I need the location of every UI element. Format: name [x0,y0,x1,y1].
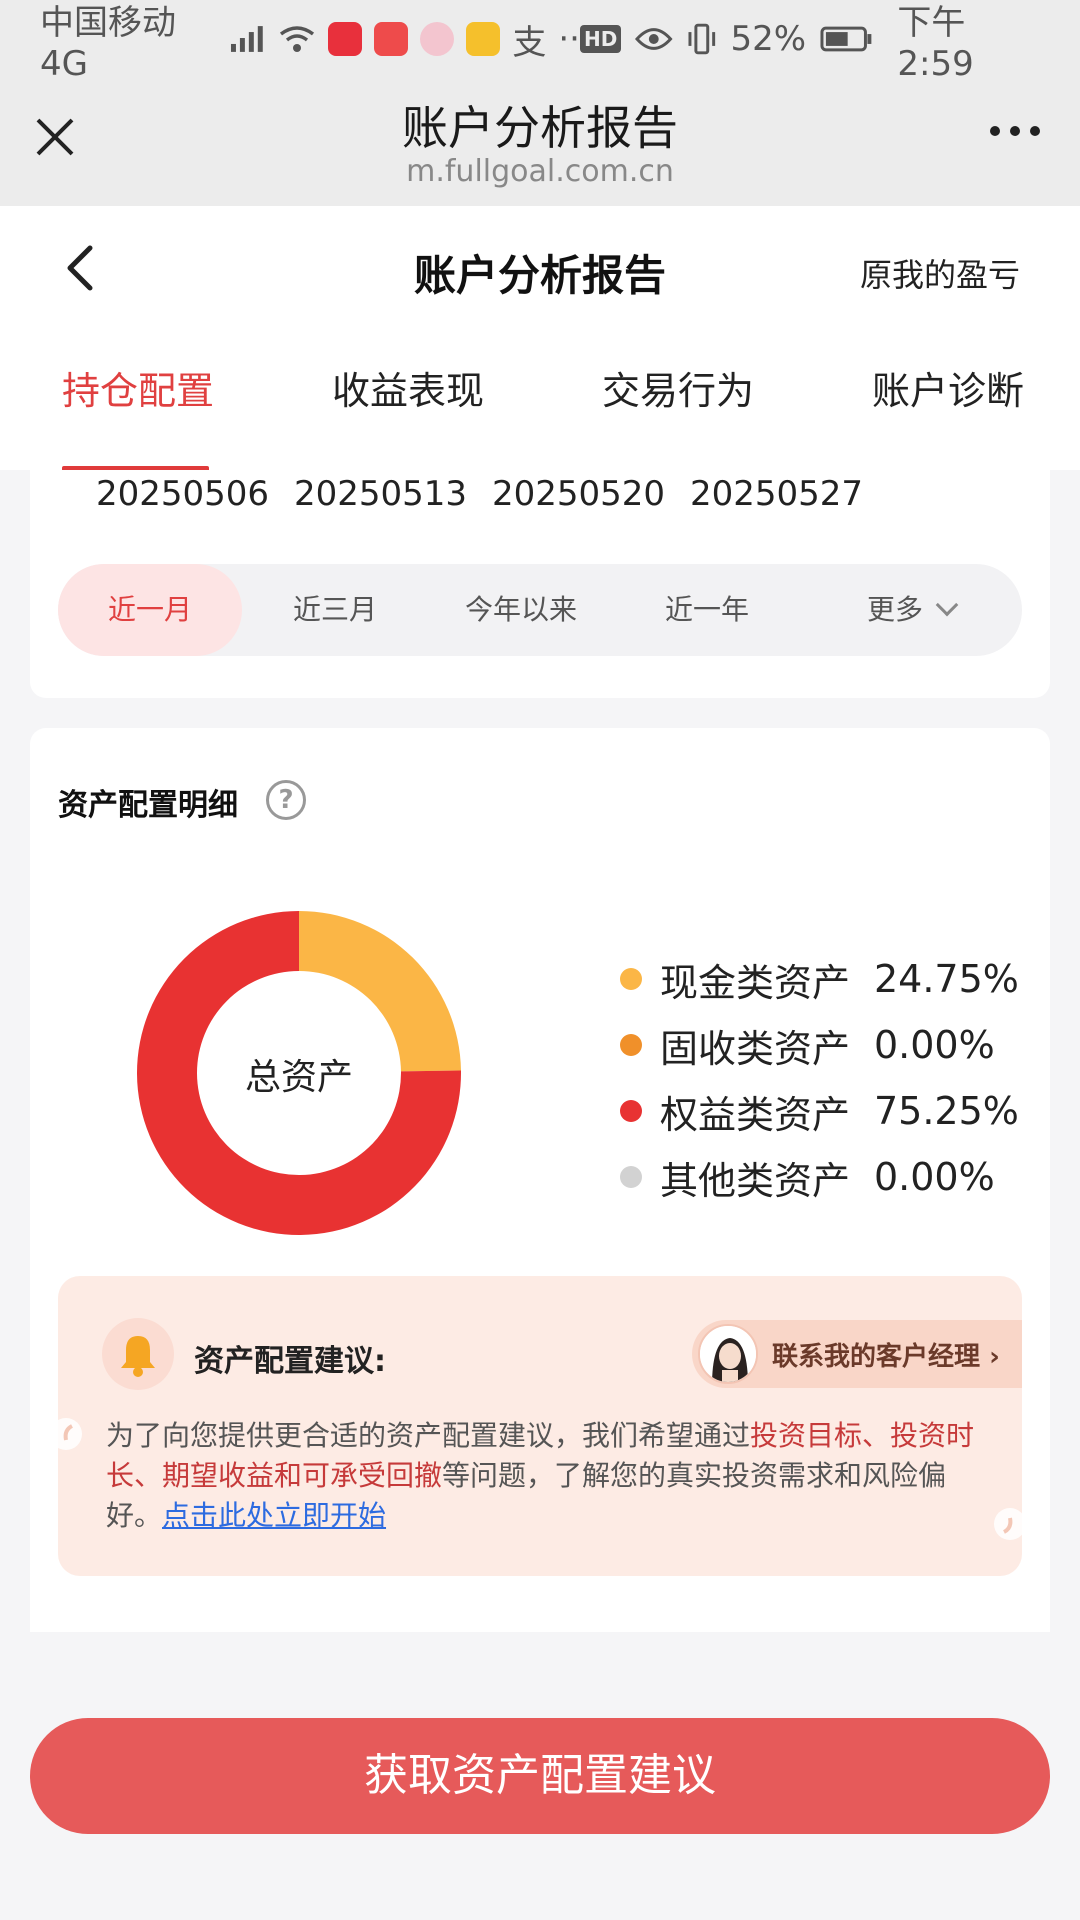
contact-manager-button[interactable]: 联系我的客户经理 › [692,1320,1022,1388]
help-icon[interactable]: ? [266,780,306,820]
battery-percent: 52% [730,19,807,59]
period-ytd[interactable]: 今年以来 [428,564,614,656]
legend-name: 其他类资产 [660,1158,851,1203]
legend-dot [620,1034,642,1056]
date-axis-labels: 20250506 20250513 20250520 20250527 [66,474,966,514]
date-label: 20250513 [294,474,468,514]
period-selector: 近一月 近三月 今年以来 近一年 更多 [58,564,1022,656]
legend-name: 权益类资产 [660,1092,851,1137]
quote-open-icon [58,1418,82,1450]
legend-item-equity: 权益类资产 75.25% [620,1078,1040,1144]
allocation-advice-box: 资产配置建议: 联系我的客户经理 › 为了向您提供更合适的资产配置建议，我们希望… [58,1276,1022,1576]
period-3m[interactable]: 近三月 [242,564,428,656]
get-allocation-advice-button[interactable]: 获取资产配置建议 [30,1718,1050,1834]
legend-dot [620,968,642,990]
clock: 下午2:59 [897,2,974,84]
huawei-mall-app-icon [374,22,409,56]
legend-name: 固收类资产 [660,1026,851,1071]
period-1y[interactable]: 近一年 [614,564,800,656]
period-1m[interactable]: 近一月 [58,564,242,656]
legend-value: 75.25% [874,1089,1019,1133]
tab-bar: 持仓配置 收益表现 交易行为 账户诊断 [0,330,1080,470]
advice-text: 为了向您提供更合适的资产配置建议，我们希望通过投资目标、投资时长、期望收益和可承… [106,1419,975,1532]
manager-avatar [698,1324,758,1384]
legend-item-fixed-income: 固收类资产 0.00% [620,1012,1040,1078]
more-menu-icon[interactable] [990,126,1040,136]
battery-icon [820,26,872,52]
browser-url: m.fullgoal.com.cn [406,154,674,189]
quote-close-icon [994,1508,1022,1540]
carrier-info: 中国移动4G [40,0,268,84]
status-right: HD 52% 下午2:59 [579,0,1040,84]
contact-manager-label: 联系我的客户经理 › [772,1342,1000,1372]
xiaohongshu-app-icon [328,22,363,56]
legend-dot [620,1100,642,1122]
date-label: 20250520 [492,474,666,514]
legend-name: 现金类资产 [660,960,851,1005]
date-label: 20250527 [690,474,864,514]
signal-icon [230,26,263,52]
notification-icons: 支 ·· [278,15,580,64]
carrier-name: 中国移动4G [40,2,176,84]
hd-icon: HD [579,25,622,53]
eye-icon [635,28,673,50]
tab-diagnosis[interactable]: 账户诊断 [872,360,1024,415]
more-notifications-icon: ·· [558,19,580,59]
tab-trading[interactable]: 交易行为 [602,360,754,415]
original-pnl-link[interactable]: 原我的盈亏 [860,250,1020,296]
tab-returns[interactable]: 收益表现 [332,360,484,415]
allocation-legend: 现金类资产 24.75% 固收类资产 0.00% 权益类资产 75.25% 其他… [620,946,1040,1210]
browser-title: 账户分析报告 [402,101,678,155]
date-label: 20250506 [96,474,270,514]
advice-title: 资产配置建议: [194,1344,386,1379]
legend-item-other: 其他类资产 0.00% [620,1144,1040,1210]
alipay-icon: 支 [512,22,547,63]
vibrate-icon [688,23,716,55]
tab-holdings[interactable]: 持仓配置 [62,360,214,415]
legend-item-cash: 现金类资产 24.75% [620,946,1040,1012]
page-nav-bar: 账户分析报告 原我的盈亏 [0,206,1080,330]
donut-center-label: 总资产 [244,1057,353,1098]
start-questionnaire-link[interactable]: 点击此处立即开始 [162,1499,386,1532]
period-more[interactable]: 更多 [800,564,1022,656]
legend-value: 0.00% [874,1155,995,1199]
chevron-down-icon [935,593,959,617]
wifi-icon [280,26,315,52]
mail-app-icon [466,22,501,56]
legend-value: 24.75% [874,957,1019,1001]
allocation-title: 资产配置明细 [58,788,238,823]
legend-value: 0.00% [874,1023,995,1067]
browser-header: 账户分析报告 m.fullgoal.com.cn [0,78,1080,206]
status-bar: 中国移动4G 支 ·· HD 52% 下午2:59 [0,0,1080,84]
camera-app-icon [420,22,455,56]
legend-dot [620,1166,642,1188]
bell-icon [102,1318,174,1390]
period-more-label: 更多 [866,593,923,626]
